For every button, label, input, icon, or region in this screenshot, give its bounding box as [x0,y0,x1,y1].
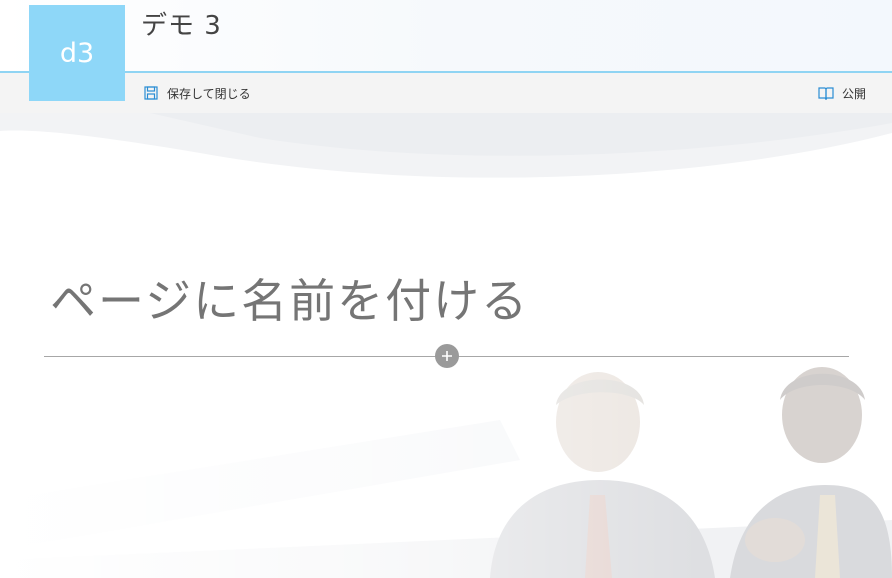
site-header [0,0,892,72]
publish-button[interactable]: 公開 [816,81,866,105]
plus-icon [441,350,453,362]
site-title[interactable]: デモ 3 [141,5,222,42]
publish-label: 公開 [841,86,866,101]
save-and-close-label: 保存して閉じる [167,86,251,101]
banner-image [0,360,892,578]
site-logo[interactable]: d3 [29,5,125,101]
save-icon [141,83,161,103]
book-icon [816,83,836,103]
page-title-input[interactable] [44,265,855,337]
command-bar: 保存して閉じる 公開 [0,73,892,113]
add-section-button[interactable] [435,344,459,368]
save-and-close-button[interactable]: 保存して閉じる [141,81,251,105]
site-logo-text: d3 [59,37,95,69]
header-decoration [0,113,892,178]
